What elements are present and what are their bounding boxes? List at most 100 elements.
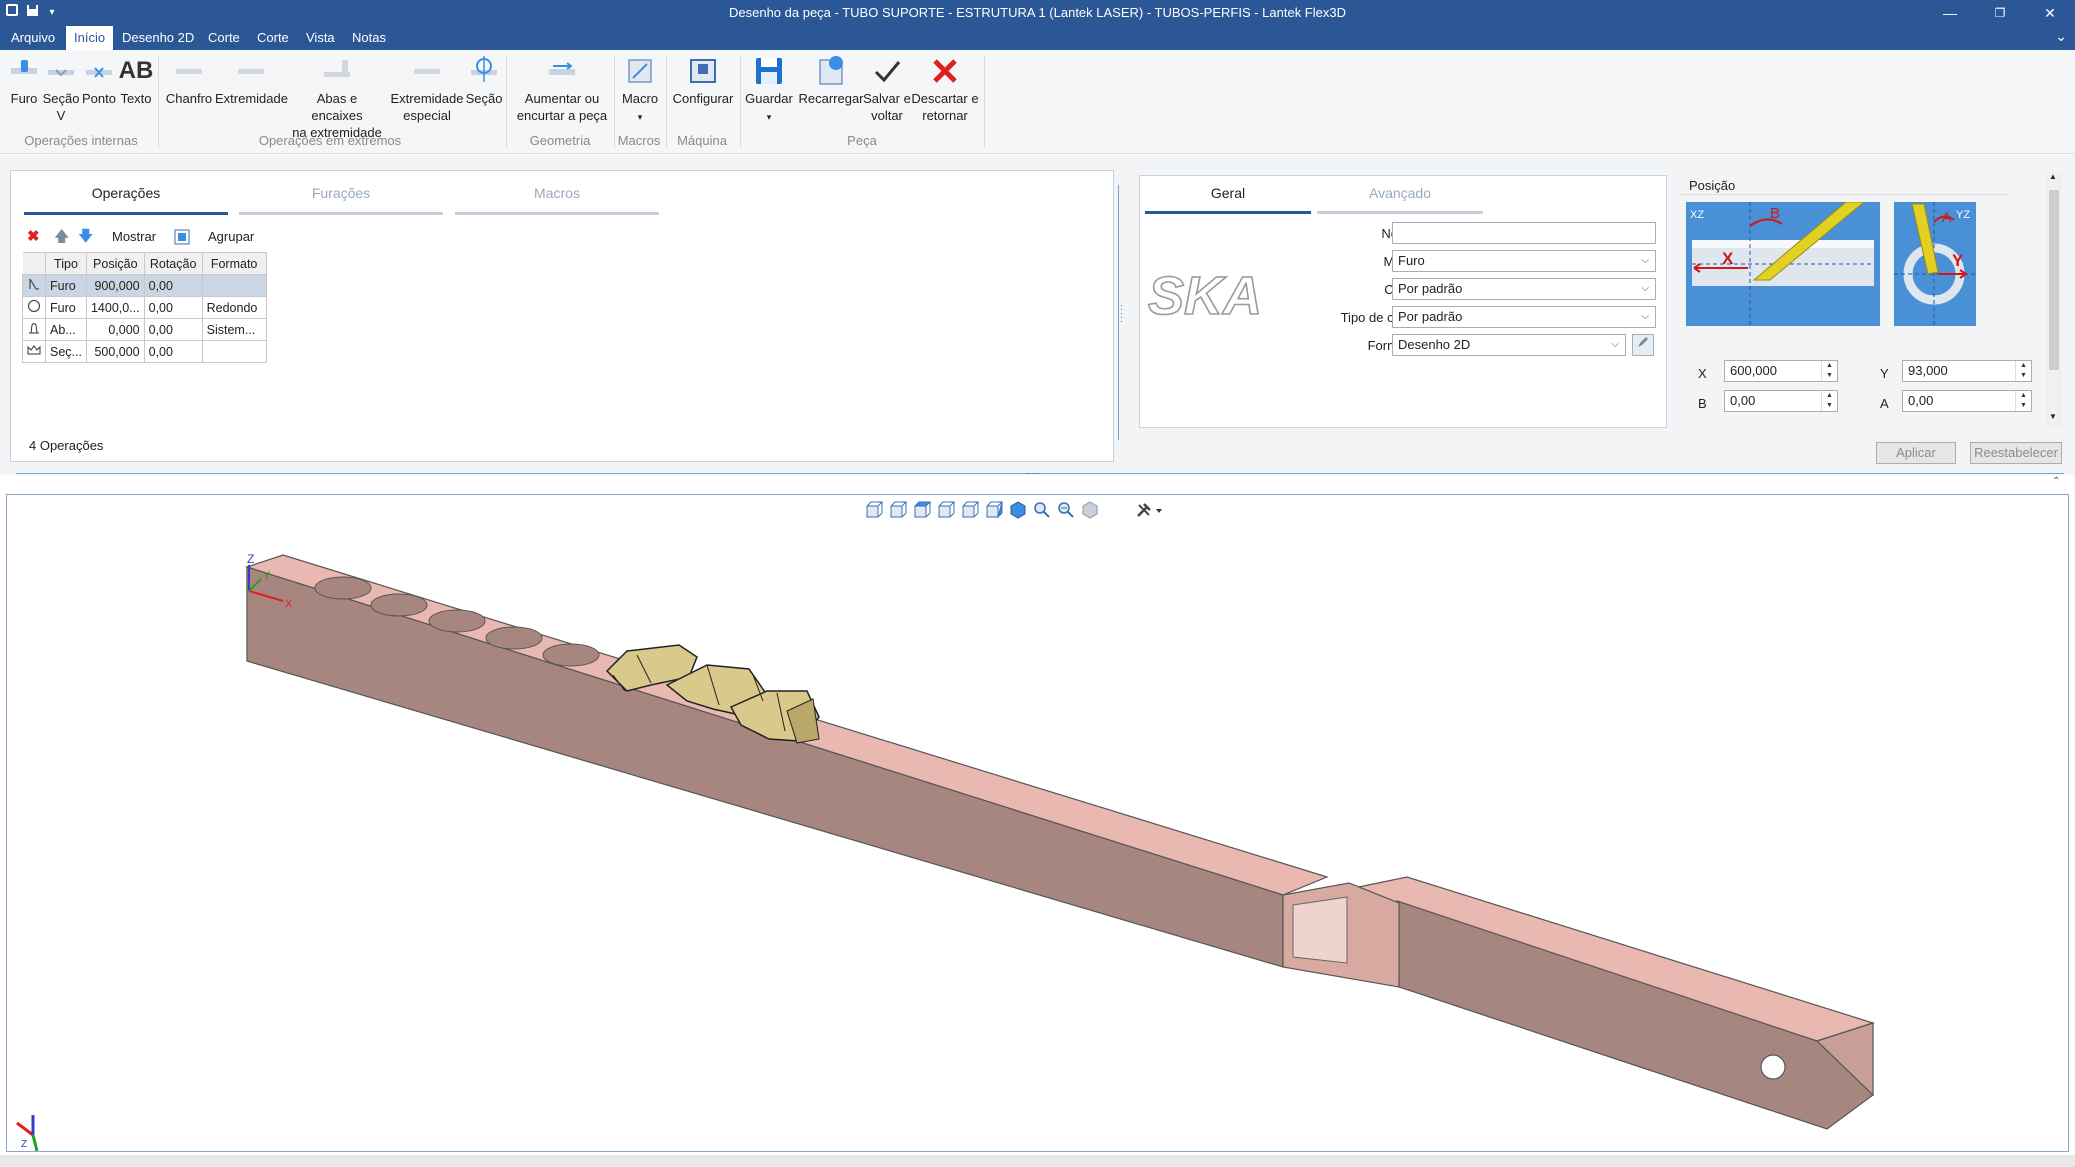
b-input[interactable]: 0,00 ▲ ▼: [1724, 390, 1838, 412]
aumentar-encurtar-button[interactable]: Aumentar ou encurtar a peça: [514, 54, 610, 124]
configurar-button[interactable]: Configurar: [670, 54, 736, 107]
tab-avancado[interactable]: Avançado: [1317, 185, 1483, 214]
table-row[interactable]: Ab... 0,000 0,00 Sistem...: [22, 318, 267, 341]
hole: [370, 593, 428, 617]
agrupar-colunas-button[interactable]: Agrupar por colunas: [208, 226, 254, 288]
menu-inicio[interactable]: Início: [66, 26, 114, 50]
tab-furacoes-label: Furações: [311, 185, 371, 201]
formato-select[interactable]: Desenho 2D ⌵: [1392, 334, 1626, 356]
table-row[interactable]: Furo 1400,0... 0,00 Redondo: [22, 296, 267, 319]
chevron-down-icon: ⌵: [1641, 255, 1649, 266]
vertical-splitter[interactable]: · · · · ·: [1118, 185, 1123, 440]
recarregar-button[interactable]: Recarregar: [796, 54, 866, 107]
close-icon[interactable]: ✕: [2027, 0, 2073, 26]
menu-notas[interactable]: Notas: [344, 26, 394, 50]
texto-label: Texto: [120, 91, 152, 106]
menu-corte-2[interactable]: Corte: [249, 26, 297, 50]
secao-button[interactable]: Seção: [464, 54, 504, 107]
modo-select[interactable]: Furo ⌵: [1392, 250, 1656, 272]
tab-operacoes-label: Operações: [91, 185, 161, 201]
col-header-formato[interactable]: Formato: [201, 252, 267, 275]
edit-format-button[interactable]: [1632, 334, 1654, 356]
col-header-rotacao[interactable]: Rotação: [143, 252, 203, 275]
ext-especial-label-2: especial: [403, 108, 451, 123]
minimize-icon[interactable]: —: [1927, 0, 1973, 26]
abas-encaixes-button[interactable]: Abas e encaixes na extremidade: [290, 54, 384, 141]
secao-v-label-1: Seção: [42, 91, 80, 106]
nome-input[interactable]: [1392, 222, 1656, 244]
tab-macros[interactable]: Macros: [455, 185, 659, 215]
ponto-button[interactable]: Ponto: [80, 54, 118, 107]
table-row[interactable]: Seç... 500,000 0,00: [22, 340, 267, 363]
3d-viewport[interactable]: Z Y X Z: [6, 494, 2069, 1152]
splitter-grip-icon: ·····: [1026, 469, 1040, 478]
a-stepper-icon[interactable]: ▲ ▼: [2015, 391, 2031, 411]
chamfer-icon: [176, 69, 202, 74]
mostrar-button[interactable]: Mostrar: [112, 226, 156, 248]
extremidade-especial-button[interactable]: Extremidade especial: [390, 54, 464, 124]
col-header-tipo[interactable]: Tipo: [45, 252, 87, 275]
col-header-posicao[interactable]: Posição: [85, 252, 145, 275]
tab-avancado-label: Avançado: [1368, 185, 1431, 201]
delete-icon[interactable]: ✖: [27, 226, 40, 248]
aplicar-button[interactable]: Aplicar: [1876, 442, 1956, 464]
group-separator: [984, 56, 985, 148]
menu-arquivo[interactable]: Arquivo: [3, 26, 63, 50]
x-input[interactable]: 600,000 ▲ ▼: [1724, 360, 1838, 382]
ext-especial-label-1: Extremidade: [390, 91, 464, 106]
guardar-dropdown-icon[interactable]: ▾: [767, 112, 772, 122]
descartar-retornar-button[interactable]: Descartar e retornar: [910, 54, 980, 124]
chanfro-button[interactable]: Chanfro: [163, 54, 215, 107]
texto-button[interactable]: AB Texto: [118, 54, 154, 107]
move-down-icon[interactable]: 🡇: [78, 226, 93, 248]
diagram-a-label: A: [1942, 209, 1952, 225]
tab-furacoes[interactable]: Furações: [239, 185, 443, 215]
diagram-y-label: Y: [1952, 251, 1964, 270]
secao-v-label-2: V: [56, 108, 66, 123]
furo-button[interactable]: Furo: [6, 54, 42, 107]
tab-operacoes[interactable]: Operações: [24, 185, 228, 215]
table-row[interactable]: Furo 900,000 0,00: [22, 274, 267, 297]
salvar-voltar-button[interactable]: Salvar e voltar: [862, 54, 912, 124]
position-xz-diagram: X B XZ: [1686, 202, 1880, 326]
a-input[interactable]: 0,00 ▲ ▼: [1902, 390, 2032, 412]
group-separator: [666, 56, 667, 148]
tab-active-underline: [1145, 211, 1311, 214]
extremidade-button[interactable]: Extremidade: [215, 54, 288, 107]
b-stepper-icon[interactable]: ▲ ▼: [1821, 391, 1837, 411]
y-value: 93,000: [1908, 363, 1948, 378]
horizontal-splitter[interactable]: ·····: [16, 469, 2064, 478]
position-scrollbar[interactable]: ▲ ▼: [2046, 172, 2062, 427]
corte-select[interactable]: Por padrão ⌵: [1392, 278, 1656, 300]
collapse-ribbon-icon[interactable]: ⌄: [2055, 28, 2067, 45]
guardar-button[interactable]: Guardar ▾: [744, 54, 794, 126]
ribbon: Furo Seção V Ponto AB Texto Operações in…: [0, 50, 2075, 154]
restore-icon[interactable]: ❐: [1977, 0, 2023, 26]
group-separator: [740, 56, 741, 148]
macro-dropdown-icon[interactable]: ▾: [638, 112, 643, 122]
menu-vista[interactable]: Vista: [298, 26, 343, 50]
section-cut-icon: [471, 56, 497, 82]
y-input[interactable]: 93,000 ▲ ▼: [1902, 360, 2032, 382]
menu-desenho-2d[interactable]: Desenho 2D: [114, 26, 202, 50]
tipo-corte-select[interactable]: Por padrão ⌵: [1392, 306, 1656, 328]
x-stepper-icon[interactable]: ▲ ▼: [1821, 361, 1837, 381]
reestabelecer-button[interactable]: Reestabelecer: [1970, 442, 2062, 464]
tab-geral[interactable]: Geral: [1145, 185, 1311, 214]
secao-v-button[interactable]: Seção V: [42, 54, 80, 124]
tab-underline: [455, 212, 659, 215]
position-title: Posição: [1689, 178, 1736, 193]
diagram-x-label: X: [1722, 249, 1734, 268]
title-bar: ▾ Desenho da peça - TUBO SUPORTE - ESTRU…: [0, 0, 2075, 26]
y-stepper-icon[interactable]: ▲ ▼: [2015, 361, 2031, 381]
scrollbar-thumb[interactable]: [2049, 190, 2059, 370]
collapse-panel-icon[interactable]: ⌃: [2052, 476, 2060, 487]
scroll-up-icon[interactable]: ▲: [2049, 172, 2057, 181]
tab-underline: [1317, 211, 1483, 214]
scroll-down-icon[interactable]: ▼: [2049, 412, 2057, 421]
group-maquina: Máquina: [677, 133, 727, 148]
move-up-icon[interactable]: 🡅: [54, 226, 69, 248]
columns-config-icon[interactable]: [174, 226, 190, 248]
macro-button[interactable]: Macro ▾: [618, 54, 662, 126]
menu-corte-1[interactable]: Corte: [200, 26, 248, 50]
